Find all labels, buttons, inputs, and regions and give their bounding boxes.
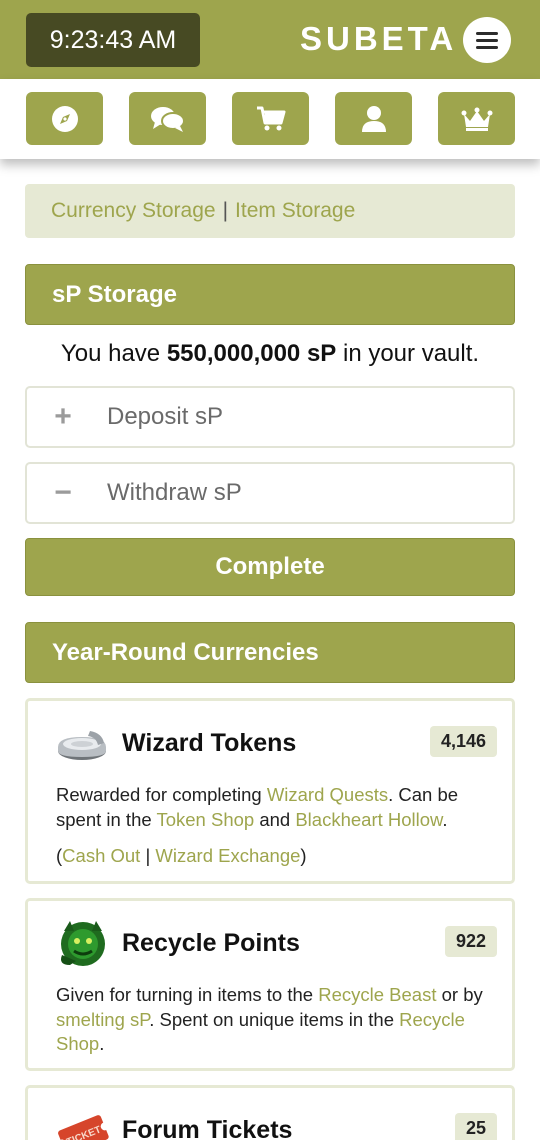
wizard-exchange-link[interactable]: Wizard Exchange [155, 845, 300, 866]
tab-currency-storage[interactable]: Currency Storage [51, 199, 216, 223]
sp-storage-heading: sP Storage [25, 264, 515, 325]
minus-icon: − [54, 476, 72, 509]
count-badge: 4,146 [429, 726, 497, 757]
forums-nav-button[interactable] [129, 92, 206, 145]
deposit-field[interactable]: + [25, 386, 515, 448]
count-badge: 25 [454, 1113, 497, 1140]
hamburger-menu-icon [476, 31, 498, 35]
card-title: Recycle Points [122, 929, 300, 957]
card-title: Wizard Tokens [122, 729, 297, 757]
vault-balance: You have 550,000,000 sP in your vault. [60, 340, 480, 367]
card-header: Recycle Points 922 [56, 917, 497, 969]
withdraw-input[interactable] [107, 479, 487, 507]
profile-nav-button[interactable] [335, 92, 412, 145]
blackheart-hollow-link[interactable]: Blackheart Hollow [295, 809, 442, 830]
clock: 9:23:43 AM [26, 13, 200, 67]
tab-separator: | [222, 199, 229, 222]
wizard-token-icon [58, 731, 106, 760]
premium-nav-button[interactable] [438, 92, 515, 145]
wizard-quests-link[interactable]: Wizard Quests [267, 784, 388, 805]
top-bar: 9:23:43 AM SUBETA [0, 0, 540, 79]
card-actions: (Cash Out | Wizard Exchange) [56, 845, 307, 866]
cash-out-link[interactable]: Cash Out [62, 845, 140, 866]
crown-icon [461, 107, 492, 131]
shopping-cart-icon [256, 106, 285, 130]
user-icon [361, 105, 386, 132]
explore-nav-button[interactable] [26, 92, 103, 145]
menu-button[interactable] [463, 17, 511, 63]
compass-icon [51, 105, 78, 132]
withdraw-field[interactable]: − [25, 462, 515, 524]
card-description: Given for turning in items to the Recycl… [56, 984, 483, 1054]
deposit-input[interactable] [107, 403, 487, 431]
recycle-beast-link[interactable]: Recycle Beast [318, 984, 436, 1005]
vault-amount: 550,000,000 sP [166, 340, 337, 367]
card-description: Rewarded for completing Wizard Quests. C… [56, 784, 459, 830]
card-header: Wizard Tokens 4,146 [56, 717, 497, 769]
storage-tabs: Currency Storage | Item Storage [25, 184, 515, 238]
smelting-sp-link[interactable]: smelting sP [56, 1009, 149, 1030]
ticket-icon: TICKET [58, 1115, 109, 1140]
chat-bubbles-icon [150, 106, 185, 132]
year-round-currencies-heading: Year-Round Currencies [25, 622, 515, 683]
currency-card-recycle-points: Recycle Points 922 Given for turning in … [25, 898, 515, 1071]
shops-nav-button[interactable] [232, 92, 309, 145]
complete-button[interactable]: Complete [25, 538, 515, 596]
count-badge: 922 [444, 926, 497, 957]
site-logo[interactable]: SUBETA [300, 20, 457, 58]
tab-item-storage[interactable]: Item Storage [235, 199, 355, 223]
icon-nav-bar [0, 79, 540, 159]
currency-card-wizard-tokens: Wizard Tokens 4,146 Rewarded for complet… [25, 698, 515, 884]
currency-card-forum-tickets: TICKET Forum Tickets 25 [25, 1085, 515, 1140]
plus-icon: + [54, 400, 72, 433]
recycle-beast-icon [61, 921, 105, 966]
card-header: TICKET Forum Tickets 25 [56, 1104, 497, 1140]
card-title: Forum Tickets [122, 1116, 293, 1140]
token-shop-link[interactable]: Token Shop [156, 809, 254, 830]
